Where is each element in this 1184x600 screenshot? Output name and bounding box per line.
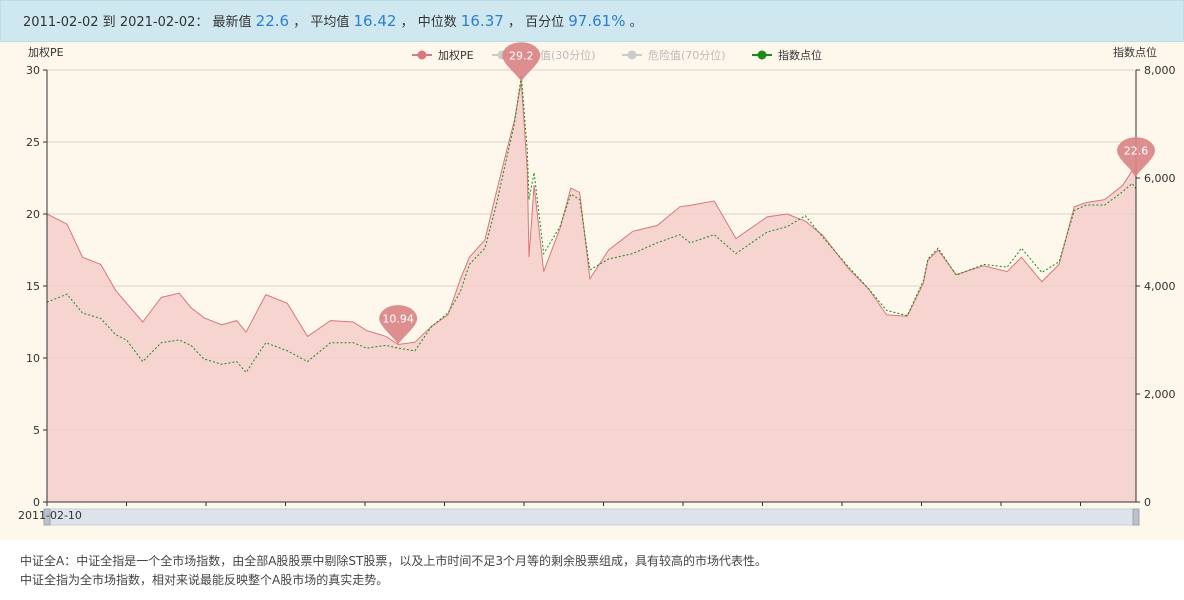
left-tick-label: 0 [33,496,40,509]
summary-tail: 。 [629,15,643,30]
legend-item-label: 危险值(70分位) [648,48,726,62]
mean-value: 16.42 [353,12,397,30]
summary-bar: 2011-02-02 到 2021-02-02： 最新值 22.6 ， 平均值 … [0,0,1184,42]
right-axis-title: 指数点位 [1113,45,1157,59]
pe-area [47,81,1136,502]
percentile-label: ， 百分位 [507,15,565,30]
marker-label: 22.6 [1124,145,1149,158]
latest-label: 最新值 [212,15,252,30]
median-value: 16.37 [460,12,504,30]
left-tick-label: 25 [26,136,40,149]
left-tick-label: 20 [26,208,40,221]
right-tick-label: 6,000 [1144,172,1176,185]
mean-label: ， 平均值 [293,15,350,30]
marker-label: 10.94 [382,312,414,325]
right-tick-label: 4,000 [1144,280,1176,293]
legend-swatch-dot [627,50,637,60]
left-tick-label: 15 [26,280,40,293]
description-line-1: 中证全A：中证全指是一个全市场指数，由全部A股股票中剔除ST股票，以及上市时间不… [20,554,768,568]
index-description: 中证全A：中证全指是一个全市场指数，由全部A股股票中剔除ST股票，以及上市时间不… [0,542,1184,600]
median-label: ， 中位数 [400,15,457,30]
legend-item-label: 加权PE [438,49,474,62]
value-marker: 22.6 [1117,137,1155,177]
chart-area: 0 5 10 15 20 25 30 0 2,000 4,000 6,000 8,000 加权PE 指数点… [0,42,1184,540]
legend-swatch-dot [757,50,767,60]
left-tick-label: 5 [33,424,40,437]
right-tick-label: 0 [1144,496,1151,509]
zoom-slider-handle-right [1132,508,1140,526]
legend-swatch-dot [417,50,427,60]
date-range: 2011-02-02 到 2021-02-02： [23,15,209,30]
left-axis-title: 加权PE [28,46,64,59]
pe-chart: 0 5 10 15 20 25 30 0 2,000 4,000 6,000 8,000 加权PE 指数点… [18,42,1176,526]
marker-label: 29.2 [509,50,534,63]
description-line-2: 中证全指为全市场指数，相对来说最能反映整个A股市场的真实走势。 [20,573,389,587]
zoom-slider-track [46,508,1137,526]
left-tick-label: 30 [26,64,40,77]
latest-value: 22.6 [255,12,290,30]
right-tick-label: 2,000 [1144,388,1176,401]
x-tick-label: 2011-02-10 [18,509,82,522]
value-marker: 29.2 [502,42,541,82]
percentile-value: 97.61% [568,12,626,30]
right-tick-label: 8,000 [1144,64,1176,77]
legend-item-label: 指数点位 [778,48,822,62]
left-tick-label: 10 [26,352,40,365]
